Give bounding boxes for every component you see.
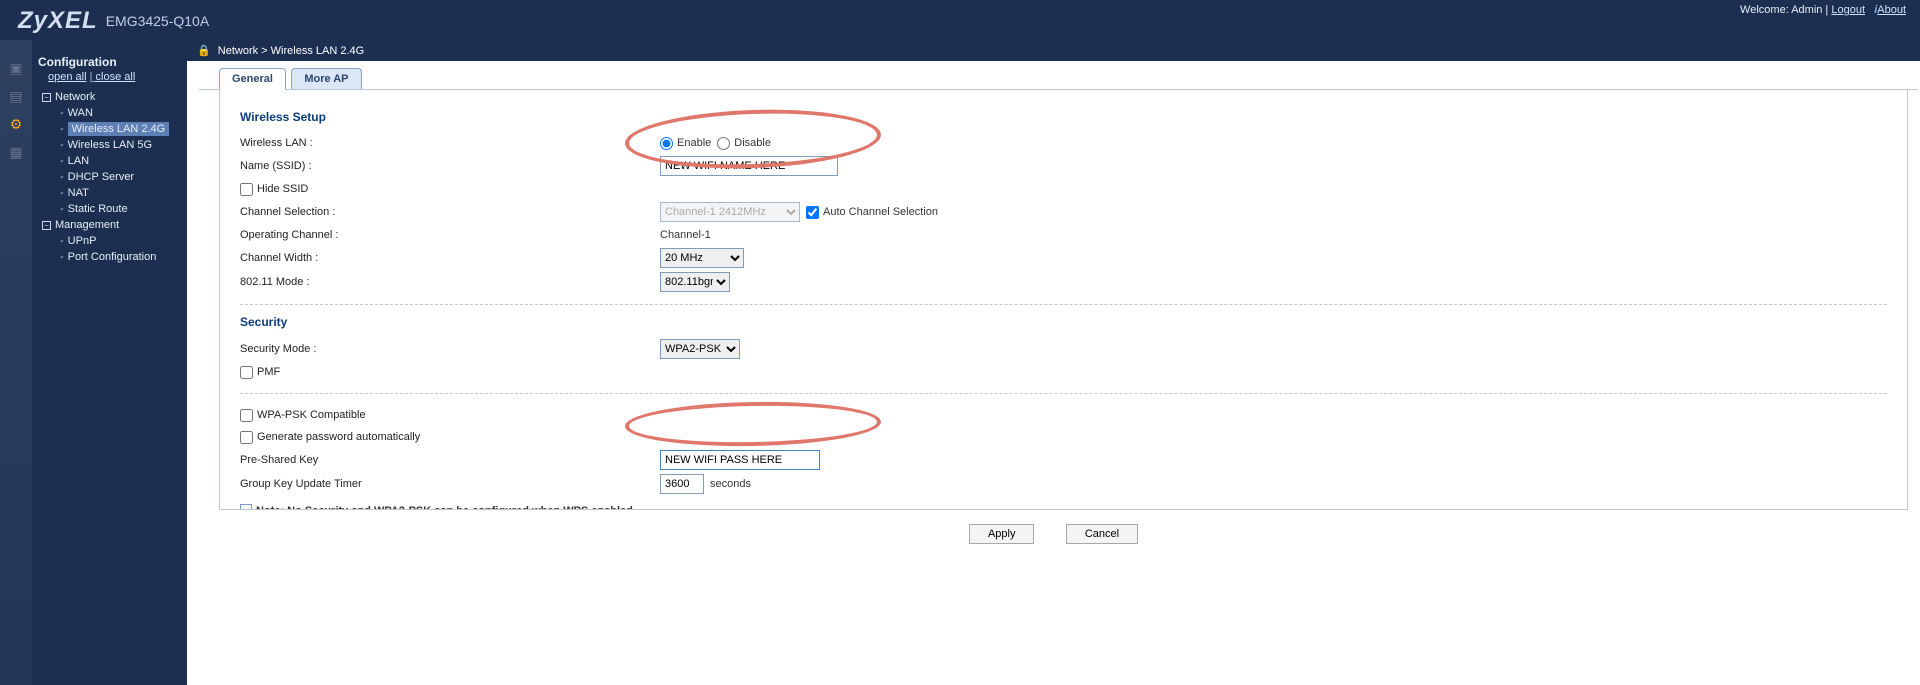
tab-more-ap[interactable]: More AP — [291, 68, 361, 89]
section-wireless-setup: Wireless Setup — [240, 110, 1887, 124]
input-psk[interactable] — [660, 450, 820, 470]
note-icon — [240, 504, 252, 510]
label-wireless-lan: Wireless LAN : — [240, 137, 660, 149]
tree-wlan24[interactable]: Wireless LAN 2.4G — [68, 122, 170, 136]
note-wps: Note: No Security and WPA2-PSK can be co… — [240, 504, 1887, 510]
apply-button[interactable]: Apply — [969, 524, 1035, 544]
label-security-mode: Security Mode : — [240, 343, 660, 355]
select-channel[interactable]: Channel-1 2412MHz — [660, 202, 800, 222]
tree-lan[interactable]: LAN — [68, 155, 89, 167]
brand-logo: ZyXEL — [18, 7, 98, 35]
checkbox-hide-ssid[interactable] — [240, 183, 253, 196]
radio-enable[interactable] — [660, 137, 673, 150]
icon-column: ▣ ▤ ⚙ ▦ — [0, 40, 32, 685]
value-operating-channel: Channel-1 — [660, 229, 711, 241]
label-channel-selection: Channel Selection : — [240, 206, 660, 218]
tree-upnp[interactable]: UPnP — [68, 235, 97, 247]
breadcrumb: 🔒 Network > Wireless LAN 2.4G — [187, 40, 1920, 61]
open-all-link[interactable]: open all — [48, 71, 87, 83]
model-label: EMG3425-Q10A — [106, 13, 210, 29]
label-operating-channel: Operating Channel : — [240, 229, 660, 241]
select-80211-mode[interactable]: 802.11bgn — [660, 272, 730, 292]
label-psk: Pre-Shared Key — [240, 454, 660, 466]
checkbox-auto-channel[interactable] — [806, 206, 819, 219]
welcome-text: Welcome: Admin | — [1740, 4, 1828, 16]
tree-portconf[interactable]: Port Configuration — [68, 251, 157, 263]
tree-wlan5[interactable]: Wireless LAN 5G — [68, 139, 152, 151]
label-ssid: Name (SSID) : — [240, 160, 660, 172]
label-seconds: seconds — [710, 478, 751, 490]
sidebar-title: Configuration — [38, 55, 179, 69]
tree-nat[interactable]: NAT — [68, 187, 89, 199]
top-bar: ZyXEL EMG3425-Q10A Welcome: Admin | Logo… — [0, 0, 1920, 40]
label-channel-width: Channel Width : — [240, 252, 660, 264]
checkbox-wpa-compat[interactable] — [240, 409, 253, 422]
maintenance-icon[interactable]: ▦ — [4, 140, 28, 164]
cancel-button[interactable]: Cancel — [1066, 524, 1138, 544]
checkbox-pmf[interactable] — [240, 366, 253, 379]
input-ssid[interactable] — [660, 156, 838, 176]
lock-icon: 🔒 — [197, 45, 211, 57]
sidebar: Configuration open all | close all −Netw… — [32, 40, 187, 685]
input-group-key-timer[interactable] — [660, 474, 704, 494]
logout-link[interactable]: Logout — [1831, 4, 1865, 16]
section-security: Security — [240, 315, 1887, 329]
tree-management[interactable]: Management — [55, 219, 119, 231]
tree-dhcp[interactable]: DHCP Server — [68, 171, 134, 183]
tree-network[interactable]: Network — [55, 91, 95, 103]
configuration-icon[interactable]: ⚙ — [4, 112, 28, 136]
monitor-icon[interactable]: ▤ — [4, 84, 28, 108]
close-all-link[interactable]: close all — [96, 71, 136, 83]
tree-wan[interactable]: WAN — [68, 107, 93, 119]
radio-disable[interactable] — [717, 137, 730, 150]
tab-general[interactable]: General — [219, 68, 286, 90]
settings-panel: Wireless Setup Wireless LAN : Enable Dis… — [219, 90, 1908, 510]
dashboard-icon[interactable]: ▣ — [4, 56, 28, 80]
checkbox-gen-password[interactable] — [240, 431, 253, 444]
tree-static[interactable]: Static Route — [68, 203, 128, 215]
about-link[interactable]: About — [1877, 4, 1906, 16]
label-group-key-timer: Group Key Update Timer — [240, 478, 660, 490]
label-80211-mode: 802.11 Mode : — [240, 276, 660, 288]
select-channel-width[interactable]: 20 MHz — [660, 248, 744, 268]
select-security-mode[interactable]: WPA2-PSK — [660, 339, 740, 359]
